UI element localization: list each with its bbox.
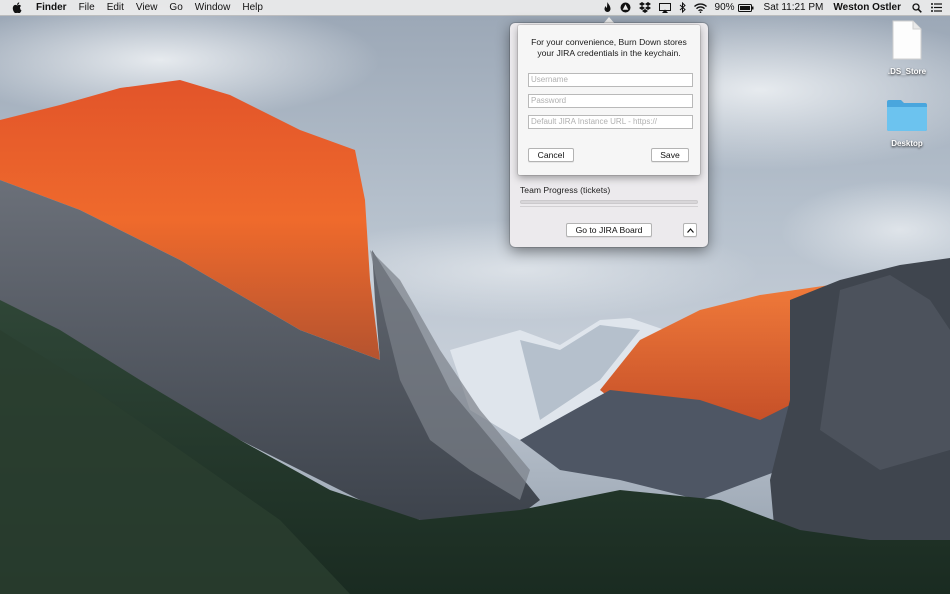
progress-divider [520, 206, 698, 207]
menu-edit[interactable]: Edit [107, 0, 124, 15]
save-button[interactable]: Save [651, 148, 689, 162]
team-progress-label: Team Progress (tickets) [520, 185, 611, 195]
cancel-button[interactable]: Cancel [528, 148, 574, 162]
menubar-user[interactable]: Weston Ostler [833, 0, 901, 15]
document-icon [892, 20, 922, 65]
wifi-icon[interactable] [693, 0, 707, 15]
desktop-wallpaper [0, 0, 950, 594]
desktop-item-label: .DS_Store [887, 67, 927, 76]
app-menu-finder[interactable]: Finder [36, 0, 67, 15]
menu-window[interactable]: Window [195, 0, 231, 15]
menu-bar: Finder File Edit View Go Window Help 90%… [0, 0, 950, 16]
spotlight-search-icon[interactable] [912, 0, 922, 15]
go-to-jira-board-button[interactable]: Go to JIRA Board [566, 223, 652, 237]
username-field[interactable] [528, 73, 693, 87]
burn-down-flame-icon[interactable] [603, 0, 612, 15]
password-field[interactable] [528, 94, 693, 108]
airplay-icon[interactable] [658, 0, 671, 15]
apple-menu-icon[interactable] [12, 2, 26, 13]
desktop-item-desktop-folder[interactable]: Desktop [872, 98, 942, 148]
status-area: 90% Sat 11:21 PM Weston Ostler [603, 0, 950, 15]
menu-view[interactable]: View [136, 0, 158, 15]
menu-help[interactable]: Help [242, 0, 263, 15]
chevron-up-icon [686, 224, 694, 236]
dropbox-icon[interactable] [638, 0, 651, 15]
folder-icon [886, 98, 928, 137]
credentials-sheet: For your convenience, Burn Down stores y… [518, 25, 700, 175]
battery-percent[interactable]: 90% [715, 0, 735, 15]
keychain-message: For your convenience, Burn Down stores y… [531, 37, 687, 58]
app-triangle-icon[interactable] [620, 0, 631, 15]
jira-url-field[interactable] [528, 115, 693, 129]
desktop-item-label: Desktop [891, 139, 923, 148]
battery-icon[interactable] [737, 0, 754, 15]
notification-center-icon[interactable] [931, 0, 942, 15]
team-progress-bar [520, 200, 698, 204]
menu-file[interactable]: File [79, 0, 95, 15]
menu-go[interactable]: Go [169, 0, 182, 15]
menubar-clock[interactable]: Sat 11:21 PM [764, 0, 824, 15]
collapse-button[interactable] [683, 223, 697, 237]
bluetooth-icon[interactable] [679, 0, 686, 15]
desktop-item-ds-store[interactable]: .DS_Store [872, 20, 942, 76]
